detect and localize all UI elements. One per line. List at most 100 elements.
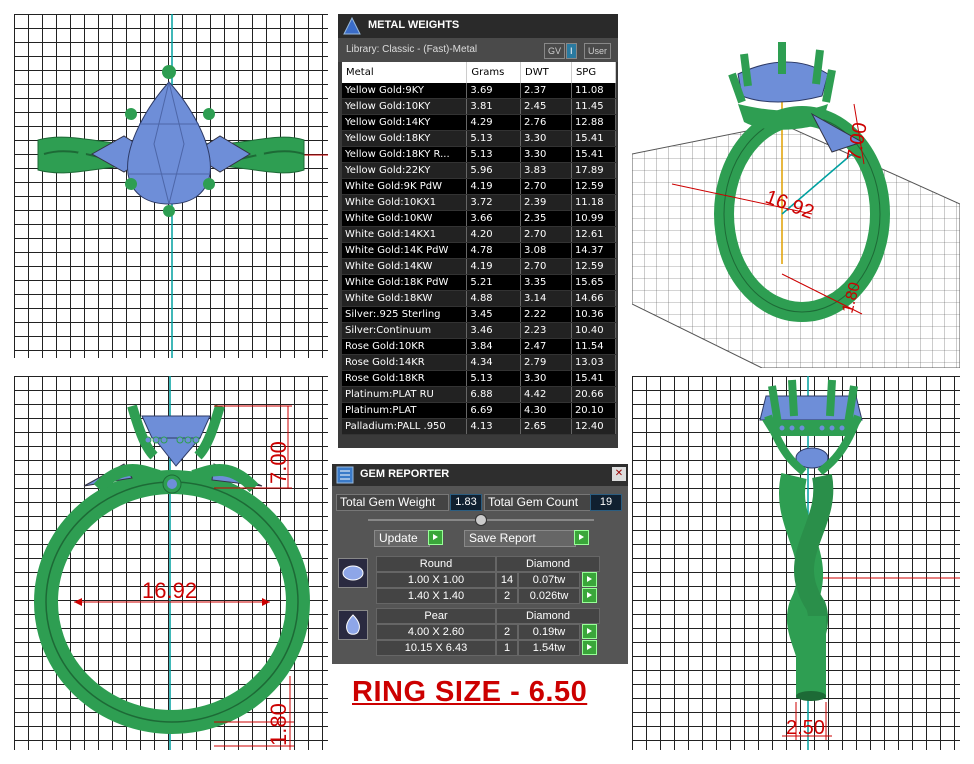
dwt-cell: 3.30 [520,146,572,163]
metal-name-cell: Yellow Gold:10KY [342,98,468,115]
grams-cell: 4.88 [466,290,522,307]
update-button[interactable]: Update [374,530,430,547]
spg-cell: 20.10 [571,402,617,419]
table-row[interactable]: Yellow Gold:14KY 4.29 2.76 12.88 [342,114,617,131]
dwt-cell: 2.37 [520,83,572,99]
dwt-cell: 4.30 [520,402,572,419]
gv-button[interactable]: GV [544,43,566,59]
top-view-viewport[interactable] [14,14,328,358]
grams-cell: 4.19 [466,258,522,275]
dwt-cell: 3.35 [520,274,572,291]
grams-cell: 5.21 [466,274,522,291]
table-row[interactable]: White Gold:14KX1 4.20 2.70 12.61 [342,226,617,243]
column-header-spg[interactable]: SPG [571,62,617,83]
metal-name-cell: White Gold:18K PdW [342,274,468,291]
spg-cell: 13.03 [571,354,617,371]
gem-material-header: Diamond [496,556,600,572]
gem-reporter-titlebar[interactable]: GEM REPORTER ✕ [332,464,628,486]
table-row[interactable]: Platinum:PLAT RU 6.88 4.42 20.66 [342,386,617,403]
info-button[interactable]: I [566,43,577,59]
metal-name-cell: Silver:.925 Sterling [342,306,468,323]
metal-name-cell: Yellow Gold:18KY R... [342,146,468,163]
table-header-row: Metal Grams DWT SPG [342,62,617,83]
save-report-arrow-icon[interactable] [574,530,589,545]
spg-cell: 17.89 [571,162,617,179]
front-view-viewport[interactable]: 16.92 7.00 1.80 [14,376,328,750]
metal-weights-titlebar[interactable]: METAL WEIGHTS [338,14,618,38]
ring-size-label: RING SIZE - 6.50 [352,676,588,708]
pear-gem-icon[interactable] [338,610,368,640]
table-row[interactable]: White Gold:18K PdW 5.21 3.35 15.65 [342,274,617,291]
table-row[interactable]: Yellow Gold:10KY 3.81 2.45 11.45 [342,98,617,115]
grams-cell: 3.81 [466,98,522,115]
table-row[interactable]: Silver:.925 Sterling 3.45 2.22 10.36 [342,306,617,323]
round-gem-icon[interactable] [338,558,368,588]
table-row[interactable]: White Gold:14K PdW 4.78 3.08 14.37 [342,242,617,259]
metal-name-cell: White Gold:14KX1 [342,226,468,243]
table-row[interactable]: White Gold:18KW 4.88 3.14 14.66 [342,290,617,307]
side-view-viewport[interactable]: 2.50 [632,376,960,750]
table-row[interactable]: Rose Gold:10KR 3.84 2.47 11.54 [342,338,617,355]
gem-shape-header: Round [376,556,496,572]
grams-cell: 5.96 [466,162,522,179]
dwt-cell: 2.39 [520,194,572,211]
spg-cell: 11.54 [571,338,617,355]
table-row[interactable]: Yellow Gold:18KY 5.13 3.30 15.41 [342,130,617,147]
total-gem-weight-label: Total Gem Weight [336,494,449,511]
grams-cell: 4.29 [466,114,522,131]
user-button[interactable]: User [584,43,612,59]
grams-cell: 4.13 [466,418,522,435]
table-row[interactable]: Yellow Gold:22KY 5.96 3.83 17.89 [342,162,617,179]
table-row[interactable]: Rose Gold:18KR 5.13 3.30 15.41 [342,370,617,387]
grams-cell: 3.69 [466,83,522,99]
table-row[interactable]: White Gold:10KW 3.66 2.35 10.99 [342,210,617,227]
metal-name-cell: Yellow Gold:22KY [342,162,468,179]
spg-cell: 10.99 [571,210,617,227]
table-row[interactable]: Yellow Gold:18KY R... 5.13 3.30 15.41 [342,146,617,163]
update-arrow-icon[interactable] [428,530,443,545]
table-row[interactable]: Yellow Gold:9KY 3.69 2.37 11.08 [342,83,617,99]
dwt-cell: 3.30 [520,370,572,387]
table-row[interactable]: Platinum:PLAT 6.69 4.30 20.10 [342,402,617,419]
column-header-metal[interactable]: Metal [342,62,468,83]
spg-cell: 12.40 [571,418,617,435]
gem-row-arrow-icon[interactable] [582,572,597,587]
gem-weight-cell: 0.19tw [518,624,580,640]
perspective-viewport[interactable]: 16.92 7.00 1.80 [632,14,960,368]
spg-cell: 12.59 [571,258,617,275]
gem-weight-cell: 0.07tw [518,572,580,588]
gem-count-cell: 2 [496,624,518,640]
grams-cell: 3.45 [466,306,522,323]
dwt-cell: 2.65 [520,418,572,435]
library-bar: Library: Classic - (Fast)-Metal GV I Use… [338,38,618,62]
spg-cell: 12.61 [571,226,617,243]
gem-row-arrow-icon[interactable] [582,588,597,603]
metal-weights-title: METAL WEIGHTS [368,19,460,31]
dwt-cell: 2.45 [520,98,572,115]
gem-count-cell: 1 [496,640,518,656]
gem-row-arrow-icon[interactable] [582,624,597,639]
metal-name-cell: Platinum:PLAT RU [342,386,468,403]
spg-cell: 15.41 [571,130,617,147]
gem-row-arrow-icon[interactable] [582,640,597,655]
table-row[interactable]: White Gold:10KX1 3.72 2.39 11.18 [342,194,617,211]
library-label: Library: Classic - (Fast)-Metal [346,44,478,55]
table-row[interactable]: Silver:Continuum 3.46 2.23 10.40 [342,322,617,339]
save-report-button[interactable]: Save Report [464,530,576,547]
grams-cell: 4.78 [466,242,522,259]
grams-cell: 5.13 [466,146,522,163]
gem-size-cell: 4.00 X 2.60 [376,624,496,640]
table-row[interactable]: White Gold:14KW 4.19 2.70 12.59 [342,258,617,275]
close-icon[interactable]: ✕ [612,467,626,481]
table-row[interactable]: Rose Gold:14KR 4.34 2.79 13.03 [342,354,617,371]
table-row[interactable]: Palladium:PALL .950 4.13 2.65 12.40 [342,418,617,435]
table-row[interactable]: White Gold:9K PdW 4.19 2.70 12.59 [342,178,617,195]
metal-name-cell: Yellow Gold:9KY [342,83,468,99]
total-gem-weight-value: 1.83 [450,494,482,511]
grams-cell: 3.66 [466,210,522,227]
column-header-dwt[interactable]: DWT [520,62,572,83]
slider-handle[interactable] [475,514,487,526]
metal-name-cell: Yellow Gold:18KY [342,130,468,147]
front-view-model: 16.92 7.00 1.80 [34,376,310,750]
column-header-grams[interactable]: Grams [466,62,522,83]
